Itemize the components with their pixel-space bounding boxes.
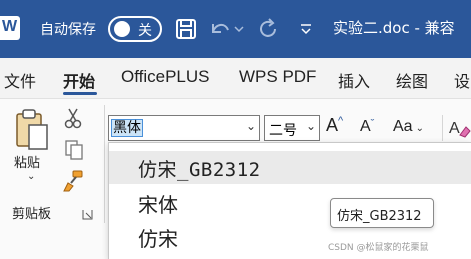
tab-wps-pdf[interactable]: WPS PDF: [239, 67, 316, 87]
word-icon[interactable]: W: [0, 16, 20, 40]
font-list-item[interactable]: 仿宋_GB2312: [109, 151, 471, 184]
autosave-state: 关: [138, 23, 152, 39]
tab-officeplus[interactable]: OfficePLUS: [121, 67, 210, 87]
font-size-value[interactable]: 二号: [269, 120, 297, 140]
font-list-item-label: 宋体: [138, 193, 178, 217]
autosave-toggle[interactable]: 关: [108, 16, 162, 42]
ribbon-separator: [442, 115, 443, 141]
chevron-down-icon[interactable]: ⌄: [306, 119, 316, 133]
format-painter-icon[interactable]: [62, 169, 84, 197]
font-list-item-label: 仿宋_GB2312: [138, 159, 261, 181]
change-case-button[interactable]: Aa ⌄: [393, 118, 424, 144]
customize-toolbar-icon[interactable]: [292, 14, 320, 44]
active-tab-indicator: [63, 92, 97, 95]
font-tooltip: 仿宋_GB2312: [330, 198, 434, 228]
chevron-down-icon: ⌄: [415, 123, 424, 134]
paste-icon[interactable]: [14, 109, 50, 155]
paste-label[interactable]: 粘贴: [14, 152, 40, 171]
shrink-font-button[interactable]: Aˇ: [360, 118, 374, 144]
undo-icon[interactable]: [205, 14, 233, 44]
tab-insert[interactable]: 插入: [338, 68, 370, 92]
clear-formatting-icon[interactable]: A: [449, 117, 471, 143]
scissors-icon[interactable]: [64, 107, 82, 133]
watermark: CSDN @松鼠家的花栗鼠: [328, 243, 429, 253]
shrink-font-label: A: [360, 118, 371, 135]
caret-down-icon: ˇ: [370, 118, 375, 130]
paste-chevron-down-icon[interactable]: ⌄: [27, 171, 35, 182]
copy-icon[interactable]: [64, 139, 84, 165]
font-list-item-label: 仿宋: [138, 227, 178, 251]
tab-design[interactable]: 设: [454, 68, 470, 92]
dialog-launcher-icon[interactable]: [82, 205, 93, 220]
grow-font-button[interactable]: A^: [326, 115, 343, 141]
save-icon[interactable]: [172, 14, 200, 44]
grow-font-label: A: [326, 115, 339, 135]
tab-draw[interactable]: 绘图: [396, 68, 428, 92]
tab-home[interactable]: 开始: [63, 68, 95, 92]
font-name-combo[interactable]: 黑体 ⌄: [108, 115, 260, 141]
undo-dropdown-icon[interactable]: [232, 14, 246, 44]
chevron-down-icon[interactable]: ⌄: [246, 119, 256, 133]
clipboard-group-label: 剪贴板: [12, 207, 52, 222]
group-divider: [104, 105, 105, 223]
tab-file[interactable]: 文件: [4, 68, 36, 92]
document-title: 实验二.doc - 兼容: [333, 19, 455, 37]
title-bar: W 自动保存 关 实验二.doc - 兼容: [0, 0, 471, 58]
font-size-combo[interactable]: 二号 ⌄: [264, 115, 320, 141]
svg-text:A: A: [449, 120, 460, 137]
change-case-label: Aa: [393, 118, 413, 135]
autosave-label: 自动保存: [40, 22, 96, 38]
redo-icon[interactable]: [254, 14, 282, 44]
toggle-knob: [114, 21, 130, 37]
caret-up-icon: ^: [338, 115, 344, 127]
ribbon-tabs: 文件 开始 OfficePLUS WPS PDF 插入 绘图 设: [0, 58, 471, 98]
clipboard-group: 粘贴 ⌄ 剪贴板: [0, 99, 104, 224]
font-name-value[interactable]: 黑体: [111, 119, 143, 137]
